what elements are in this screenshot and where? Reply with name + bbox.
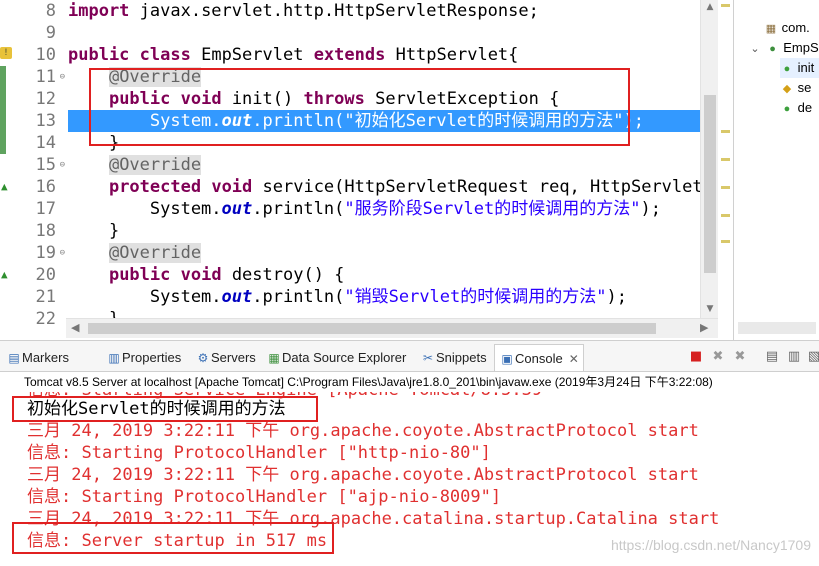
- highlight-annotation-box: [12, 522, 334, 554]
- fold-toggle-icon[interactable]: ⊖: [60, 66, 65, 88]
- scroll-up-icon[interactable]: ▲: [704, 2, 716, 12]
- code-line[interactable]: protected void service(HttpServletReques…: [68, 176, 700, 198]
- code-editor[interactable]: 8 9 ! 10 11 ⊖ 12 13 14 15 ⊖ ▲ 16 17 18 19 ⊖ ▲…: [0, 0, 719, 340]
- line-number: 11 ⊖: [0, 66, 66, 88]
- scroll-lock-icon[interactable]: ▥: [786, 349, 802, 365]
- line-number: 21: [35, 287, 56, 307]
- ruler-marker[interactable]: [721, 158, 730, 161]
- tab-properties[interactable]: ▥ Properties: [106, 344, 181, 371]
- line-number: 18: [35, 221, 56, 241]
- method-icon: ●: [783, 103, 791, 115]
- line-number: ! 10: [0, 44, 66, 66]
- tab-servers[interactable]: ⚙ Servers: [195, 344, 256, 371]
- line-number: 19 ⊖: [35, 242, 65, 264]
- outline-item-init[interactable]: ● init: [780, 58, 819, 78]
- remove-all-icon[interactable]: ✖: [732, 349, 748, 365]
- markers-icon: ▤: [8, 351, 20, 365]
- scrollbar-thumb[interactable]: [704, 95, 716, 273]
- console-output[interactable]: 信息: Starting Service Engine [Apache Tomc…: [0, 392, 819, 566]
- close-icon[interactable]: ✕: [569, 352, 579, 366]
- quick-diff-marker: [0, 110, 6, 132]
- servers-icon: ⚙: [197, 351, 209, 365]
- quick-diff-marker: [0, 66, 6, 88]
- line-number: 8: [45, 1, 56, 21]
- console-icon: ▣: [501, 352, 513, 366]
- override-triangle-icon: ▲: [1, 180, 8, 193]
- line-number: ▲ 20: [1, 265, 56, 285]
- line-number: 13: [0, 110, 66, 132]
- properties-icon: ▥: [108, 351, 120, 365]
- ruler-marker[interactable]: [721, 214, 730, 217]
- terminate-icon[interactable]: ■: [688, 349, 704, 365]
- tab-markers[interactable]: ▤ Markers: [6, 344, 69, 371]
- line-number: 9: [45, 23, 56, 43]
- highlight-annotation-box: [12, 396, 318, 422]
- outline-item-class[interactable]: ⌄ ● EmpS: [748, 38, 818, 59]
- overview-ruler[interactable]: [719, 0, 733, 340]
- scrollbar-thumb[interactable]: [88, 323, 656, 334]
- ruler-marker[interactable]: [721, 186, 730, 189]
- scroll-left-icon[interactable]: ◀: [71, 321, 79, 334]
- ruler-marker[interactable]: [721, 4, 730, 7]
- bottom-panel: ▤ Markers ▥ Properties ⚙ Servers ▦ Data Sour…: [0, 340, 819, 566]
- method-icon: ◆: [782, 83, 792, 95]
- code-line[interactable]: @Override: [68, 242, 700, 264]
- console-line: 三月 24, 2019 3:22:11 下午 org.apache.coyote…: [27, 421, 699, 441]
- code-line[interactable]: System.out.println("服务阶段Servlet的时候调用的方法"…: [68, 198, 700, 220]
- code-line[interactable]: }: [68, 308, 700, 318]
- package-icon: ▦: [765, 23, 777, 35]
- line-number: ▲ 16: [1, 177, 56, 197]
- outline-view[interactable]: ▦ com. ⌄ ● EmpS ● init ◆ se ● de: [733, 0, 819, 340]
- line-number: 17: [35, 199, 56, 219]
- code-line[interactable]: [68, 22, 700, 44]
- console-process-description: Tomcat v8.5 Server at localhost [Apache …: [0, 372, 819, 392]
- console-line: 三月 24, 2019 3:22:11 下午 org.apache.coyote…: [27, 465, 699, 485]
- line-number: 14: [0, 132, 66, 154]
- ruler-marker[interactable]: [721, 240, 730, 243]
- chevron-down-icon[interactable]: ⌄: [748, 39, 762, 59]
- line-number-gutter: 8 9 ! 10 11 ⊖ 12 13 14 15 ⊖ ▲ 16 17 18 19 ⊖ ▲…: [0, 0, 66, 329]
- code-line[interactable]: import javax.servlet.http.HttpServletRes…: [68, 0, 700, 22]
- highlight-annotation-box: [89, 68, 630, 146]
- horizontal-scrollbar[interactable]: [738, 322, 816, 334]
- scroll-down-icon[interactable]: ▼: [704, 304, 716, 314]
- snippets-icon: ✂: [422, 351, 434, 365]
- line-number: 22: [35, 309, 56, 329]
- tab-snippets[interactable]: ✂ Snippets: [420, 344, 487, 371]
- fold-toggle-icon[interactable]: ⊖: [60, 242, 65, 264]
- method-icon: ●: [783, 63, 791, 75]
- tab-data-source-explorer[interactable]: ▦ Data Source Explorer: [266, 344, 406, 371]
- code-line[interactable]: public class EmpServlet extends HttpServ…: [68, 44, 700, 66]
- watermark: https://blog.csdn.net/Nancy1709: [610, 537, 811, 553]
- vertical-scrollbar[interactable]: ▲ ▼: [700, 0, 718, 318]
- scroll-right-icon[interactable]: ▶: [700, 321, 708, 334]
- horizontal-scrollbar[interactable]: ◀ ▶: [66, 318, 718, 338]
- view-tab-bar: ▤ Markers ▥ Properties ⚙ Servers ▦ Data Sour…: [0, 340, 819, 372]
- line-number: 15 ⊖: [35, 154, 65, 176]
- outline-item-service[interactable]: ◆ se: [780, 78, 812, 98]
- pin-console-icon[interactable]: ▧: [806, 349, 819, 365]
- tab-console[interactable]: ▣ Console ✕: [494, 344, 584, 371]
- class-icon: ●: [769, 43, 776, 55]
- quick-diff-marker: [0, 132, 6, 154]
- outline-item-destroy[interactable]: ● de: [780, 98, 812, 118]
- outline-item-package[interactable]: ▦ com.: [764, 18, 810, 38]
- code-area[interactable]: import javax.servlet.http.HttpServletRes…: [68, 0, 700, 318]
- code-line[interactable]: public void destroy() {: [68, 264, 700, 286]
- code-line[interactable]: @Override: [68, 154, 700, 176]
- quick-diff-marker: [0, 88, 6, 110]
- fold-toggle-icon[interactable]: ⊖: [60, 154, 65, 176]
- line-number: 12: [0, 88, 66, 110]
- warning-icon: !: [0, 47, 12, 59]
- clear-console-icon[interactable]: ▤: [764, 349, 780, 365]
- override-triangle-icon: ▲: [1, 268, 8, 281]
- code-line[interactable]: System.out.println("销毁Servlet的时候调用的方法");: [68, 286, 700, 308]
- database-icon: ▦: [268, 351, 280, 365]
- ruler-marker[interactable]: [721, 130, 730, 133]
- remove-launch-icon[interactable]: ✖: [710, 349, 726, 365]
- console-line: 信息: Starting ProtocolHandler ["http-nio-…: [27, 443, 491, 463]
- console-line: 信息: Starting ProtocolHandler ["ajp-nio-8…: [27, 487, 502, 507]
- code-line[interactable]: }: [68, 220, 700, 242]
